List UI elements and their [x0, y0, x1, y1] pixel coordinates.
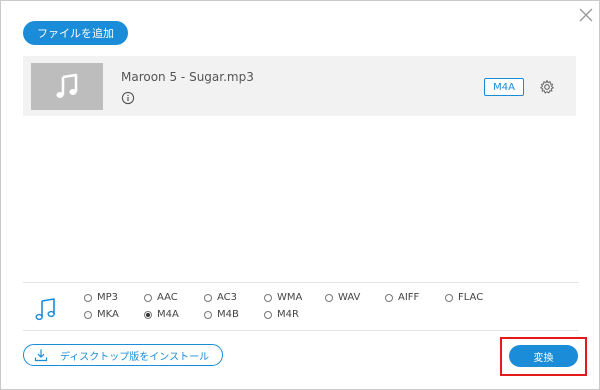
- radio-button[interactable]: [84, 310, 92, 319]
- file-thumbnail: [31, 63, 103, 110]
- format-option-wma[interactable]: WMA: [264, 292, 302, 303]
- radio-button[interactable]: [264, 293, 272, 302]
- format-label: AIFF: [398, 292, 420, 303]
- radio-button[interactable]: [445, 293, 453, 302]
- format-label: AAC: [157, 292, 178, 303]
- format-label: M4B: [217, 309, 239, 320]
- format-label: MKA: [97, 309, 119, 320]
- radio-button-selected[interactable]: [144, 310, 152, 319]
- format-label: M4A: [157, 309, 179, 320]
- radio-button[interactable]: [144, 293, 152, 302]
- music-note-icon: [33, 296, 59, 322]
- format-label: M4R: [277, 309, 299, 320]
- output-format-badge[interactable]: M4A: [484, 78, 524, 96]
- radio-button[interactable]: [204, 293, 212, 302]
- convert-button[interactable]: 変換: [509, 345, 578, 367]
- radio-button[interactable]: [385, 293, 393, 302]
- format-label: WAV: [338, 292, 361, 303]
- divider: [23, 282, 579, 283]
- format-label: WMA: [277, 292, 303, 303]
- format-option-mka[interactable]: MKA: [84, 309, 119, 320]
- converter-dialog: ファイルを追加 Maroon 5 - Sugar.mp3 M4A MP3 AAC…: [0, 0, 600, 390]
- install-desktop-button[interactable]: ディスクトップ版をインストール: [23, 344, 223, 366]
- download-icon: [34, 348, 48, 362]
- format-option-ac3[interactable]: AC3: [204, 292, 237, 303]
- format-label: AC3: [217, 292, 238, 303]
- format-option-aiff[interactable]: AIFF: [385, 292, 419, 303]
- radio-button[interactable]: [204, 310, 212, 319]
- radio-button[interactable]: [325, 293, 333, 302]
- format-label: MP3: [97, 292, 119, 303]
- format-label: FLAC: [458, 292, 484, 303]
- format-option-aac[interactable]: AAC: [144, 292, 178, 303]
- gear-icon[interactable]: [539, 79, 555, 95]
- file-row: Maroon 5 - Sugar.mp3 M4A: [23, 56, 576, 116]
- music-note-icon: [56, 73, 78, 98]
- format-option-flac[interactable]: FLAC: [445, 292, 483, 303]
- divider: [23, 330, 579, 331]
- radio-button[interactable]: [264, 310, 272, 319]
- format-option-m4a[interactable]: M4A: [144, 309, 179, 320]
- install-label: ディスクトップ版をインストール: [60, 351, 210, 363]
- info-icon[interactable]: [121, 91, 135, 105]
- format-option-m4b[interactable]: M4B: [204, 309, 239, 320]
- add-file-button[interactable]: ファイルを追加: [23, 21, 128, 45]
- format-option-wav[interactable]: WAV: [325, 292, 360, 303]
- format-option-m4r[interactable]: M4R: [264, 309, 299, 320]
- format-option-mp3[interactable]: MP3: [84, 292, 118, 303]
- file-name: Maroon 5 - Sugar.mp3: [121, 70, 254, 84]
- radio-button[interactable]: [84, 293, 92, 302]
- close-icon[interactable]: [575, 4, 597, 26]
